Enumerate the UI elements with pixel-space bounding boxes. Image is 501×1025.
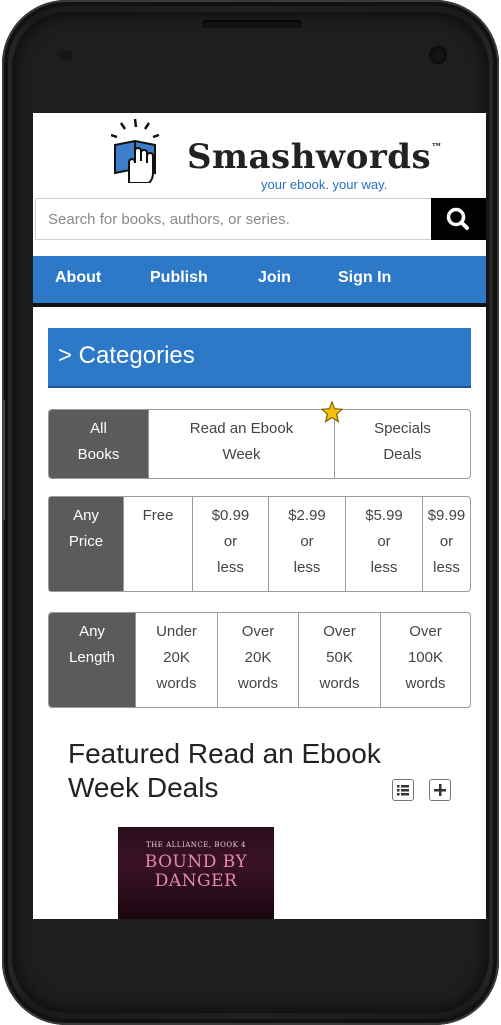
filter-line: $9.99	[427, 507, 466, 524]
filter-line: 100K	[407, 649, 444, 666]
nav-publish[interactable]: Publish	[150, 269, 208, 287]
filter-line: 50K	[326, 649, 353, 666]
hand-book-logo-icon	[111, 118, 160, 183]
filter-price-0-99[interactable]: $0.99 or less	[192, 497, 268, 591]
filter-specials-deals[interactable]: Specials Deals	[334, 410, 470, 478]
filter-line: or	[300, 533, 314, 550]
filter-line: Over	[409, 623, 442, 640]
filter-label: Specials Deals	[374, 420, 431, 463]
logo-wordmark: Smashwords™	[187, 137, 443, 177]
filter-line: Any	[73, 507, 99, 524]
filter-price-5-99[interactable]: $5.99 or less	[345, 497, 422, 591]
trademark: ™	[431, 141, 443, 154]
length-filter: Any Length Under 20K words Over 20K word…	[48, 612, 471, 708]
filter-line: less	[293, 559, 321, 576]
filter-price-9-99[interactable]: $9.99 or less	[422, 497, 470, 591]
filter-line: Under	[156, 623, 197, 640]
list-view-icon	[397, 785, 409, 796]
filter-line: Over	[323, 623, 356, 640]
filter-under-20k[interactable]: Under 20K words	[135, 613, 217, 707]
price-filter: Any Price Free $0.99 or less $2.99 or le…	[48, 496, 471, 592]
filter-read-an-ebook-week[interactable]: Read an Ebook Week	[148, 410, 334, 478]
nav-sign-in[interactable]: Sign In	[338, 269, 391, 287]
filter-line: or	[377, 533, 391, 550]
filter-line: Length	[69, 649, 115, 666]
filter-line: or	[439, 533, 454, 550]
filter-free[interactable]: Free	[123, 497, 192, 591]
phone-side-button	[2, 400, 5, 520]
filter-label: All Books	[77, 420, 120, 463]
filter-line: $0.99	[211, 507, 250, 524]
book-series: THE ALLIANCE, BOOK 4	[146, 841, 246, 849]
filter-price-2-99[interactable]: $2.99 or less	[268, 497, 345, 591]
filter-any-length[interactable]: Any Length	[49, 613, 135, 707]
main-nav: About Publish Join Sign In	[33, 256, 486, 307]
filter-line: or	[223, 533, 238, 550]
filter-line: less	[217, 559, 244, 576]
list-view-button[interactable]	[392, 779, 414, 801]
filter-line: Over	[241, 623, 275, 640]
filter-over-50k[interactable]: Over 50K words	[298, 613, 380, 707]
filter-line: $5.99	[365, 507, 403, 524]
expand-button[interactable]	[429, 779, 451, 801]
filter-line: less	[433, 559, 460, 576]
logo-text: Smashwords	[187, 137, 432, 177]
phone-sensor	[58, 50, 72, 60]
filter-line: words	[405, 675, 446, 692]
filter-line: words	[237, 675, 278, 692]
phone-speaker	[202, 20, 302, 28]
filter-label: Read an Ebook Week	[189, 420, 294, 463]
nav-join[interactable]: Join	[258, 269, 291, 287]
filter-all-books[interactable]: All Books	[49, 410, 148, 478]
site-logo[interactable]: Smashwords™ your ebook. your way.	[111, 117, 442, 197]
filter-line: Free	[142, 507, 174, 524]
phone-screen: Smashwords™ your ebook. your way. About …	[33, 113, 486, 919]
plus-icon	[434, 784, 446, 796]
filter-line: 20K	[163, 649, 190, 666]
filter-over-100k[interactable]: Over 100K words	[380, 613, 470, 707]
type-filter: All Books Read an Ebook Week Specials De…	[48, 409, 471, 479]
filter-line: words	[319, 675, 360, 692]
filter-line: less	[370, 559, 398, 576]
search-input[interactable]	[35, 198, 431, 240]
search-icon	[446, 207, 469, 230]
filter-line: Price	[68, 533, 104, 550]
star-icon	[321, 401, 343, 423]
categories-toggle[interactable]: > Categories	[48, 328, 471, 388]
filter-line: $2.99	[288, 507, 326, 524]
search-button[interactable]	[431, 198, 486, 240]
search-bar	[35, 198, 486, 242]
logo-tagline: your ebook. your way.	[261, 177, 388, 192]
filter-line: 20K	[244, 649, 272, 666]
filter-line: Any	[79, 623, 105, 640]
filter-line: words	[156, 675, 197, 692]
filter-any-price[interactable]: Any Price	[49, 497, 123, 591]
filter-over-20k[interactable]: Over 20K words	[217, 613, 298, 707]
book-title: BOUND BY DANGER	[144, 852, 248, 891]
featured-heading: Featured Read an Ebook Week Deals	[68, 738, 381, 803]
nav-about[interactable]: About	[55, 269, 101, 287]
phone-camera	[429, 46, 447, 64]
book-cover[interactable]: THE ALLIANCE, BOOK 4 BOUND BY DANGER	[118, 827, 274, 919]
